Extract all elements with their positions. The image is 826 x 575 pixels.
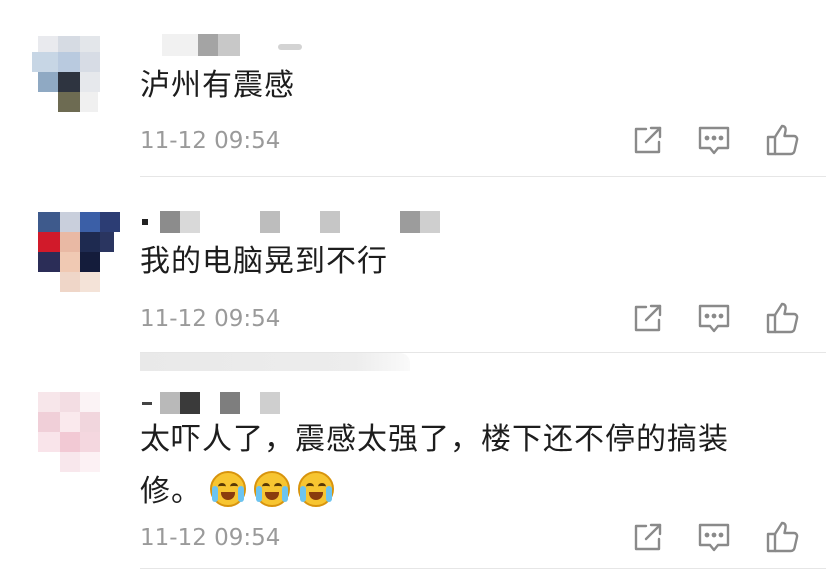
comment-meta: 11-12 09:54 — [140, 122, 826, 162]
comment-time: 11-12 09:54 — [140, 525, 281, 551]
crying-laughing-emoji — [254, 471, 290, 507]
avatar[interactable] — [28, 30, 120, 114]
comment-meta: 11-12 09:54 — [140, 519, 826, 559]
comment-time: 11-12 09:54 — [140, 306, 281, 332]
avatar[interactable] — [28, 390, 120, 474]
reply-icon[interactable] — [696, 519, 732, 555]
comment-text-line: 修。 — [140, 466, 780, 518]
divider — [140, 176, 826, 177]
comment-text: 泸州有震感 — [140, 68, 295, 103]
reply-icon[interactable] — [696, 122, 732, 158]
crying-laughing-emoji — [298, 471, 334, 507]
comment-time: 11-12 09:54 — [140, 128, 281, 154]
avatar[interactable] — [28, 208, 120, 292]
obscured-content — [140, 353, 410, 371]
like-icon[interactable] — [764, 519, 800, 555]
comment-meta: 11-12 09:54 — [140, 300, 826, 340]
share-icon[interactable] — [630, 122, 666, 158]
crying-laughing-emoji — [210, 471, 246, 507]
divider — [140, 568, 826, 569]
share-icon[interactable] — [630, 519, 666, 555]
comment-text-line: 太吓人了，震感太强了，楼下还不停的搞装 — [140, 422, 729, 457]
like-icon[interactable] — [764, 300, 800, 336]
like-icon[interactable] — [764, 122, 800, 158]
comment-text-tail: 修。 — [140, 474, 202, 509]
share-icon[interactable] — [630, 300, 666, 336]
reply-icon[interactable] — [696, 300, 732, 336]
comment-text: 太吓人了，震感太强了，楼下还不停的搞装 修。 — [140, 414, 780, 518]
comment-text: 我的电脑晃到不行 — [140, 244, 388, 279]
